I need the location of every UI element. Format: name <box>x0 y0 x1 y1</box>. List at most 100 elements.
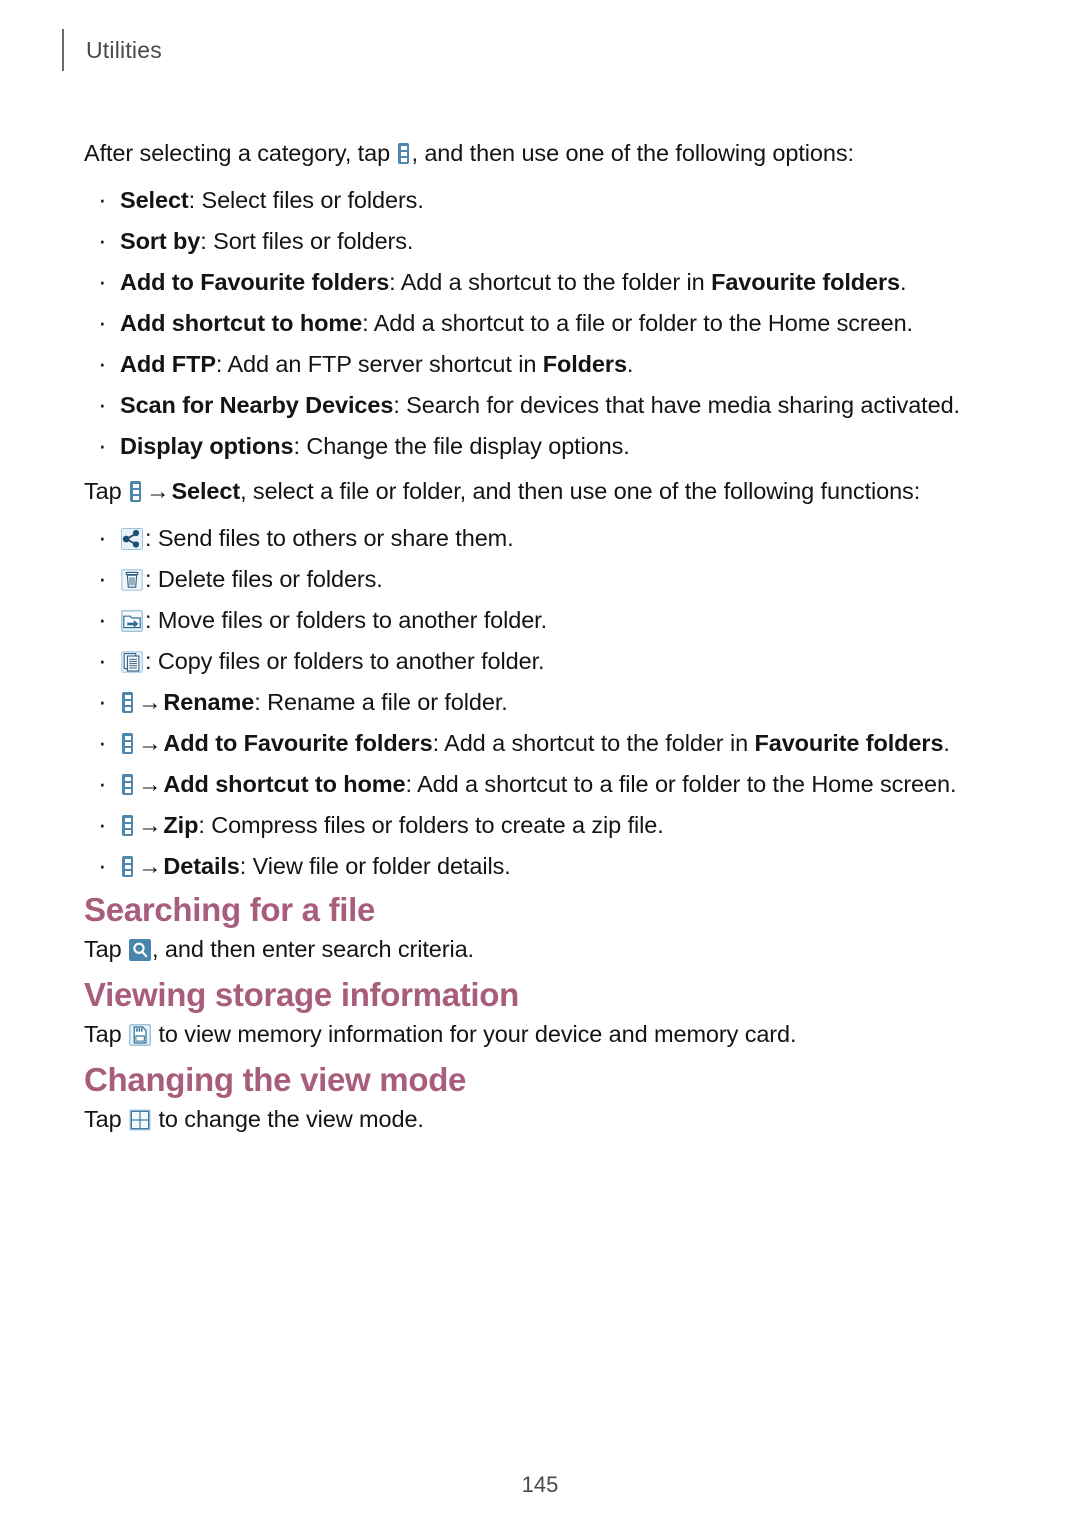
option-desc: Search for devices that have media shari… <box>406 392 960 418</box>
function-sep: : <box>254 689 268 715</box>
more-options-icon <box>122 774 133 795</box>
grid-view-icon <box>129 1109 152 1131</box>
function-desc-tail: . <box>943 730 950 756</box>
function-sep: : <box>145 566 158 592</box>
function-desc: Add a shortcut to a file or folder to th… <box>417 771 957 797</box>
options-list: Select: Select files or folders. Sort by… <box>84 179 996 467</box>
option-term: Sort by <box>120 228 201 254</box>
list-item: →Details: View file or folder details. <box>84 845 996 887</box>
storage-body-after: to view memory information for your devi… <box>152 1021 797 1047</box>
move-icon <box>121 610 143 632</box>
more-options-icon <box>130 481 142 502</box>
option-term: Add shortcut to home <box>120 310 363 336</box>
list-item: →Zip: Compress files or folders to creat… <box>84 804 996 846</box>
option-desc: Add a shortcut to a file or folder to th… <box>373 310 913 336</box>
function-sep: : <box>432 730 445 756</box>
tap-text: Tap <box>84 936 129 962</box>
more-options-icon <box>122 815 133 836</box>
section-heading-searching: Searching for a file <box>84 891 376 928</box>
functions-intro-rest: , select a file or folder, and then use … <box>240 478 921 504</box>
searching-body: Tap , and then enter search criteria. <box>84 929 996 970</box>
arrow-glyph: → <box>138 853 162 879</box>
more-options-icon <box>398 143 410 164</box>
functions-intro-paragraph: Tap →Select, select a file or folder, an… <box>84 471 996 512</box>
storage-body: Tap to view memory information for your … <box>84 1014 996 1055</box>
trash-icon <box>121 569 143 591</box>
more-options-icon <box>122 733 133 754</box>
option-sep: : <box>389 269 401 295</box>
page-content: After selecting a category, tap , and th… <box>84 133 996 1146</box>
list-item: Sort by: Sort files or folders. <box>84 220 996 262</box>
list-item: →Add to Favourite folders: Add a shortcu… <box>84 722 996 764</box>
functions-list: : Send files to others or share them. : … <box>84 517 996 887</box>
option-desc-tail: . <box>626 351 634 377</box>
view-mode-body-after: to change the view mode. <box>152 1106 424 1132</box>
function-desc: Copy files or folders to another folder. <box>157 648 545 674</box>
function-desc: Compress files or folders to create a zi… <box>211 812 664 838</box>
function-desc: Delete files or folders. <box>157 566 383 592</box>
copy-icon <box>121 651 143 673</box>
arrow-glyph: → <box>138 730 162 756</box>
select-label: Select <box>171 478 241 504</box>
page-header: Utilities <box>62 28 162 72</box>
function-term: Add to Favourite folders <box>163 730 433 756</box>
option-desc-tail: . <box>900 269 907 295</box>
more-options-icon <box>122 692 133 713</box>
storage-card-icon <box>129 1024 152 1046</box>
list-item: Display options: Change the file display… <box>84 425 996 467</box>
section-heading-storage: Viewing storage information <box>84 976 520 1013</box>
option-term: Add to Favourite folders <box>120 269 390 295</box>
option-term: Scan for Nearby Devices <box>120 392 394 418</box>
option-sep: : <box>293 433 307 459</box>
function-desc: Move files or folders to another folder. <box>157 607 548 633</box>
function-sep: : <box>145 648 158 674</box>
page-number: 145 <box>521 1472 559 1497</box>
option-sep: : <box>200 228 214 254</box>
option-desc: Add a shortcut to the folder in <box>400 269 712 295</box>
list-item: Add to Favourite folders: Add a shortcut… <box>84 261 996 303</box>
list-item: →Rename: Rename a file or folder. <box>84 681 996 723</box>
option-term: Add FTP <box>120 351 216 377</box>
header-divider <box>62 29 64 71</box>
option-sep: : <box>215 351 228 377</box>
view-mode-body: Tap to change the view mode. <box>84 1099 996 1140</box>
function-sep: : <box>198 812 212 838</box>
option-term: Display options <box>120 433 294 459</box>
list-item: : Move files or folders to another folde… <box>84 599 996 641</box>
function-desc: View file or folder details. <box>252 853 511 879</box>
function-term: Rename <box>163 689 255 715</box>
intro-paragraph: After selecting a category, tap , and th… <box>84 133 996 174</box>
function-sep: : <box>239 853 253 879</box>
option-term: Select <box>120 187 189 213</box>
option-desc-bold: Favourite folders <box>711 269 901 295</box>
search-icon <box>129 939 152 961</box>
list-item: : Send files to others or share them. <box>84 517 996 559</box>
list-item: : Delete files or folders. <box>84 558 996 600</box>
function-desc: Add a shortcut to the folder in <box>444 730 755 756</box>
page-title: Utilities <box>86 36 162 63</box>
arrow-glyph: → <box>146 478 170 504</box>
function-desc-bold: Favourite folders <box>754 730 944 756</box>
option-desc-bold: Folders <box>542 351 627 377</box>
option-sep: : <box>188 187 202 213</box>
list-item: Add shortcut to home: Add a shortcut to … <box>84 302 996 344</box>
tap-text: Tap <box>84 1106 129 1132</box>
function-term: Details <box>163 853 240 879</box>
arrow-glyph: → <box>138 771 162 797</box>
function-term: Zip <box>163 812 199 838</box>
list-item: Select: Select files or folders. <box>84 179 996 221</box>
option-sep: : <box>393 392 407 418</box>
option-desc: Add an FTP server shortcut in <box>227 351 543 377</box>
function-sep: : <box>145 607 158 633</box>
arrow-glyph: → <box>138 689 162 715</box>
share-icon <box>121 528 143 550</box>
list-item: : Copy files or folders to another folde… <box>84 640 996 682</box>
list-item: Add FTP: Add an FTP server shortcut in F… <box>84 343 996 385</box>
function-desc: Rename a file or folder. <box>267 689 508 715</box>
list-item: →Add shortcut to home: Add a shortcut to… <box>84 763 996 805</box>
option-desc: Select files or folders. <box>201 187 424 213</box>
intro-text-before: After selecting a category, tap <box>84 140 397 166</box>
option-desc: Sort files or folders. <box>213 228 414 254</box>
function-sep: : <box>145 525 158 551</box>
arrow-glyph: → <box>138 812 162 838</box>
